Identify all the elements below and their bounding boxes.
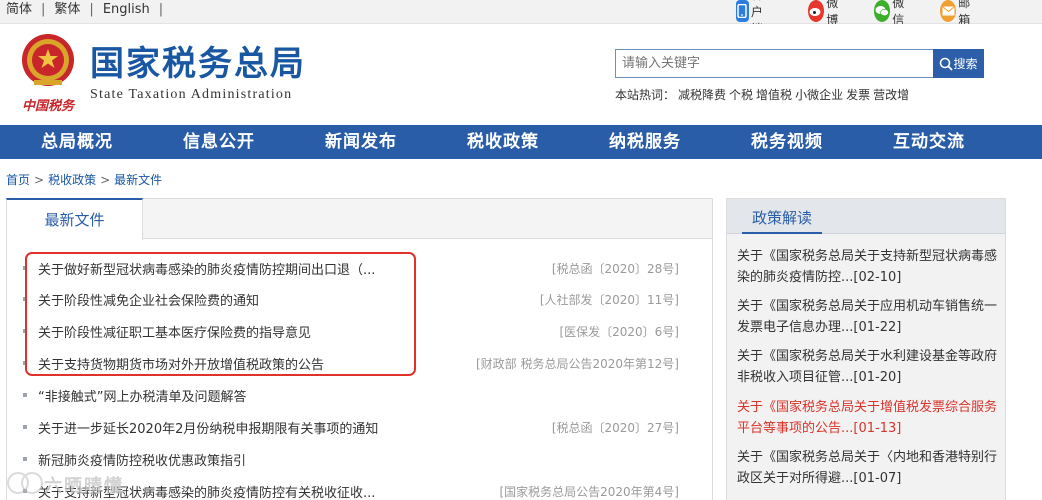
lang-simplified[interactable]: 简体 (6, 1, 32, 19)
search-input[interactable] (616, 50, 916, 77)
mail-icon (940, 0, 957, 22)
divider: | (158, 2, 164, 17)
nav-item-info-disclosure[interactable]: 信息公开 (183, 125, 255, 159)
language-switcher: 简体 | 繁体 | English | (6, 1, 172, 19)
hot-word[interactable]: 个税 (729, 88, 753, 102)
doc-number: [国家税务总局公告2020年第4号] (499, 485, 679, 499)
wechat-icon (874, 0, 891, 22)
doc-title[interactable]: 关于进一步延长2020年2月份纳税申报期限有关事项的通知 (38, 418, 458, 437)
national-emblem-logo[interactable]: 中国税务 (18, 30, 78, 116)
list-item[interactable]: 关于进一步延长2020年2月份纳税申报期限有关事项的通知 [税总函〔2020〕2… (19, 417, 689, 437)
hot-words: 本站热词： 减税降费 个税 增值税 小微企业 发票 营改增 (615, 86, 912, 103)
breadcrumb: 首页 > 税收政策 > 最新文件 (6, 171, 162, 188)
hot-word[interactable]: 小微企业 (795, 88, 843, 102)
hot-word[interactable]: 增值税 (756, 88, 792, 102)
tab-bar: 最新文件 (6, 198, 712, 240)
nav-item-overview[interactable]: 总局概况 (41, 125, 113, 159)
bullet-icon (23, 393, 27, 397)
nav-item-news[interactable]: 新闻发布 (325, 125, 397, 159)
highlight-annotation-box (25, 252, 416, 376)
panel-title[interactable]: 政策解读 (742, 205, 823, 234)
lang-traditional[interactable]: 繁体 (54, 1, 80, 19)
divider: | (89, 2, 94, 17)
doc-title[interactable]: 新冠肺炎疫情防控税收优惠政策指引 (38, 450, 458, 469)
breadcrumb-tax-policy[interactable]: 税收政策 (48, 173, 96, 187)
divider: | (41, 2, 46, 17)
breadcrumb-home[interactable]: 首页 (6, 173, 30, 187)
client-link[interactable]: 客户端 (736, 0, 772, 36)
doc-title[interactable]: “非接触式”网上办税清单及问题解答 (38, 386, 458, 405)
list-item[interactable]: 关于《国家税务总局关于水利建设基金等政府非税收入项目征管...[01-20] (737, 346, 997, 388)
hot-words-label: 本站热词： (615, 88, 676, 102)
phone-icon (736, 0, 749, 22)
list-item[interactable]: “非接触式”网上办税清单及问题解答 (19, 385, 689, 405)
wechat-link[interactable]: 微信 (874, 0, 910, 27)
site-title-cn[interactable]: 国家税务总局 (90, 42, 306, 86)
hot-word[interactable]: 减税降费 (678, 88, 726, 102)
breadcrumb-separator: > (34, 173, 45, 187)
doc-number: [税总函〔2020〕28号] (551, 262, 679, 276)
hot-word[interactable]: 营改增 (873, 88, 909, 102)
nav-item-tax-policy[interactable]: 税收政策 (467, 125, 539, 159)
list-item[interactable]: 关于《国家税务总局关于〈内地和香港特别行政区关于对所得避...[01-07] (737, 447, 997, 489)
search-button-label: 搜索 (953, 57, 978, 71)
mail-link[interactable]: 邮箱 (940, 0, 976, 27)
doc-number: [医保发〔2020〕6号] (559, 325, 679, 339)
breadcrumb-separator: > (100, 173, 111, 187)
hot-word[interactable]: 发票 (846, 88, 870, 102)
watermark-text: 六晒晴懂 (44, 476, 124, 497)
list-item[interactable]: 新冠肺炎疫情防控税收优惠政策指引 (19, 449, 689, 469)
list-item[interactable]: 关于《国家税务总局关于应用机动车销售统一发票电子信息办理...[01-22] (737, 296, 997, 338)
nav-item-tax-video[interactable]: 税务视频 (751, 125, 823, 159)
tab-latest-docs[interactable]: 最新文件 (6, 198, 143, 240)
panel-header: 政策解读 (727, 199, 1005, 234)
search-button[interactable]: 搜索 (933, 49, 984, 78)
breadcrumb-latest[interactable]: 最新文件 (114, 173, 162, 187)
site-header: 中国税务 国家税务总局 State Taxation Administratio… (0, 24, 1042, 125)
main-nav: 总局概况 信息公开 新闻发布 税收政策 纳税服务 税务视频 互动交流 (0, 125, 1042, 159)
nav-item-tax-service[interactable]: 纳税服务 (609, 125, 681, 159)
search-icon (940, 57, 954, 71)
list-item[interactable]: 关于《国家税务总局关于支持新型冠状病毒感染的肺炎疫情防控...[02-10] (737, 246, 997, 288)
search-box (615, 49, 935, 78)
policy-interpretation-panel: 政策解读 关于《国家税务总局关于支持新型冠状病毒感染的肺炎疫情防控...[02-… (726, 198, 1006, 500)
bullet-icon (23, 457, 27, 461)
lang-english[interactable]: English (103, 1, 150, 19)
weibo-icon (808, 0, 825, 22)
bullet-icon (23, 425, 27, 429)
doc-number: [税总函〔2020〕27号] (551, 421, 679, 435)
doc-number: [人社部发〔2020〕11号] (539, 293, 679, 307)
emblem-caption: 中国税务 (22, 98, 76, 114)
list-item[interactable]: 关于《国家税务总局关于增值税发票综合服务平台等事项的公告...[01-13] (737, 397, 997, 439)
weibo-link[interactable]: 微博 (808, 0, 844, 27)
doc-number: [财政部 税务总局公告2020年第12号] (476, 357, 679, 371)
top-bar: 简体 | 繁体 | English | 客户端 微博 微信 邮箱 (0, 0, 1042, 36)
site-title-en: State Taxation Administration (90, 87, 293, 102)
nav-item-interaction[interactable]: 互动交流 (893, 125, 965, 159)
